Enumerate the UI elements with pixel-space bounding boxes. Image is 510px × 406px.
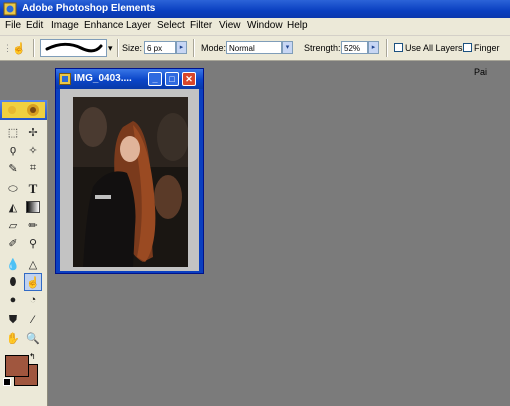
document-icon: [59, 73, 71, 85]
swap-colors-icon[interactable]: ↰: [29, 352, 36, 361]
menu-edit[interactable]: Edit: [26, 20, 43, 31]
menu-window[interactable]: Window: [247, 20, 283, 31]
document-title: IMG_0403....: [74, 73, 132, 84]
tool-options-bar: ⋮ ☝ ▾ Size: 6 px ▸ Mode: Normal ▾ Streng…: [0, 36, 510, 77]
smudge-icon[interactable]: ☝: [24, 273, 42, 291]
mode-label: Mode:: [201, 43, 227, 53]
menu-image[interactable]: Image: [51, 20, 79, 31]
strength-arrow-icon[interactable]: ▸: [368, 41, 379, 54]
paint-bucket-icon[interactable]: ◭: [4, 198, 22, 216]
photoshop-elements-app-icon: [3, 2, 17, 16]
move-icon[interactable]: ✢: [24, 123, 42, 141]
eyedropper-icon[interactable]: ⁄: [24, 311, 42, 329]
strength-input[interactable]: 52%: [341, 41, 368, 54]
brush-dropdown-icon[interactable]: ▾: [108, 36, 113, 60]
sponge-icon[interactable]: ⬮: [4, 273, 22, 291]
foreground-color-swatch[interactable]: [5, 355, 29, 377]
brush-preview[interactable]: [40, 39, 107, 57]
magic-wand-icon[interactable]: ✧: [24, 141, 42, 159]
menu-help[interactable]: Help: [287, 20, 308, 31]
strength-label: Strength:: [304, 43, 341, 53]
finger-painting-label: Finger Pai: [474, 43, 500, 77]
pencil-icon[interactable]: ✏: [24, 216, 42, 234]
menu-layer[interactable]: Layer: [126, 20, 151, 31]
size-input[interactable]: 6 px: [144, 41, 176, 54]
menu-select[interactable]: Select: [157, 20, 185, 31]
default-colors-icon[interactable]: [3, 378, 11, 386]
sharpen-icon[interactable]: △: [24, 255, 42, 273]
toolbox-header[interactable]: [0, 100, 47, 120]
type-icon[interactable]: T: [24, 180, 42, 198]
clone-stamp-icon[interactable]: ⚲: [24, 234, 42, 252]
eraser-icon[interactable]: ▱: [4, 216, 22, 234]
document-title-bar[interactable]: IMG_0403.... _ □ ✕: [56, 69, 203, 89]
menu-view[interactable]: View: [219, 20, 241, 31]
use-all-layers-checkbox[interactable]: [394, 43, 403, 52]
portrait-photo: [73, 97, 188, 267]
mode-dropdown-icon[interactable]: ▾: [282, 41, 293, 54]
selection-brush-icon[interactable]: ✎: [4, 159, 22, 177]
menu-enhance[interactable]: Enhance: [84, 20, 123, 31]
sunflower-logo-icon: [2, 102, 45, 118]
burn-icon[interactable]: ◔: [24, 291, 42, 309]
brush-stroke-preview: [45, 42, 103, 53]
shape-icon[interactable]: ⬭: [4, 180, 22, 198]
size-arrow-icon[interactable]: ▸: [176, 41, 187, 54]
document-window: IMG_0403.... _ □ ✕: [55, 68, 204, 274]
smudge-tool-preset-icon[interactable]: ☝: [10, 39, 28, 57]
red-eye-icon[interactable]: ⛊: [4, 311, 22, 329]
menu-file[interactable]: File: [5, 20, 21, 31]
document-canvas[interactable]: [60, 89, 199, 271]
menu-filter[interactable]: Filter: [190, 20, 212, 31]
marquee-icon[interactable]: ⬚: [4, 123, 22, 141]
finger-painting-checkbox[interactable]: [463, 43, 472, 52]
brush-icon[interactable]: ✐: [4, 234, 22, 252]
dodge-icon[interactable]: ●: [4, 291, 22, 309]
zoom-icon[interactable]: 🔍: [24, 329, 42, 347]
lasso-icon[interactable]: ϙ: [4, 141, 22, 159]
blur-icon[interactable]: 💧: [4, 255, 22, 273]
size-label: Size:: [122, 43, 143, 53]
use-all-layers-label: Use All Layers: [405, 43, 463, 53]
mode-select[interactable]: Normal: [226, 41, 282, 54]
app-title: Adobe Photoshop Elements: [22, 3, 156, 14]
gradient-icon[interactable]: [24, 198, 42, 216]
close-icon[interactable]: ✕: [182, 72, 196, 86]
crop-icon[interactable]: ⌗: [24, 159, 42, 177]
hand-icon[interactable]: ✋: [4, 329, 22, 347]
app-title-bar[interactable]: Adobe Photoshop Elements: [0, 0, 510, 18]
minimize-icon[interactable]: _: [148, 72, 162, 86]
maximize-icon[interactable]: □: [165, 72, 179, 86]
menu-bar: File Edit Image Enhance Layer Select Fil…: [0, 18, 510, 36]
